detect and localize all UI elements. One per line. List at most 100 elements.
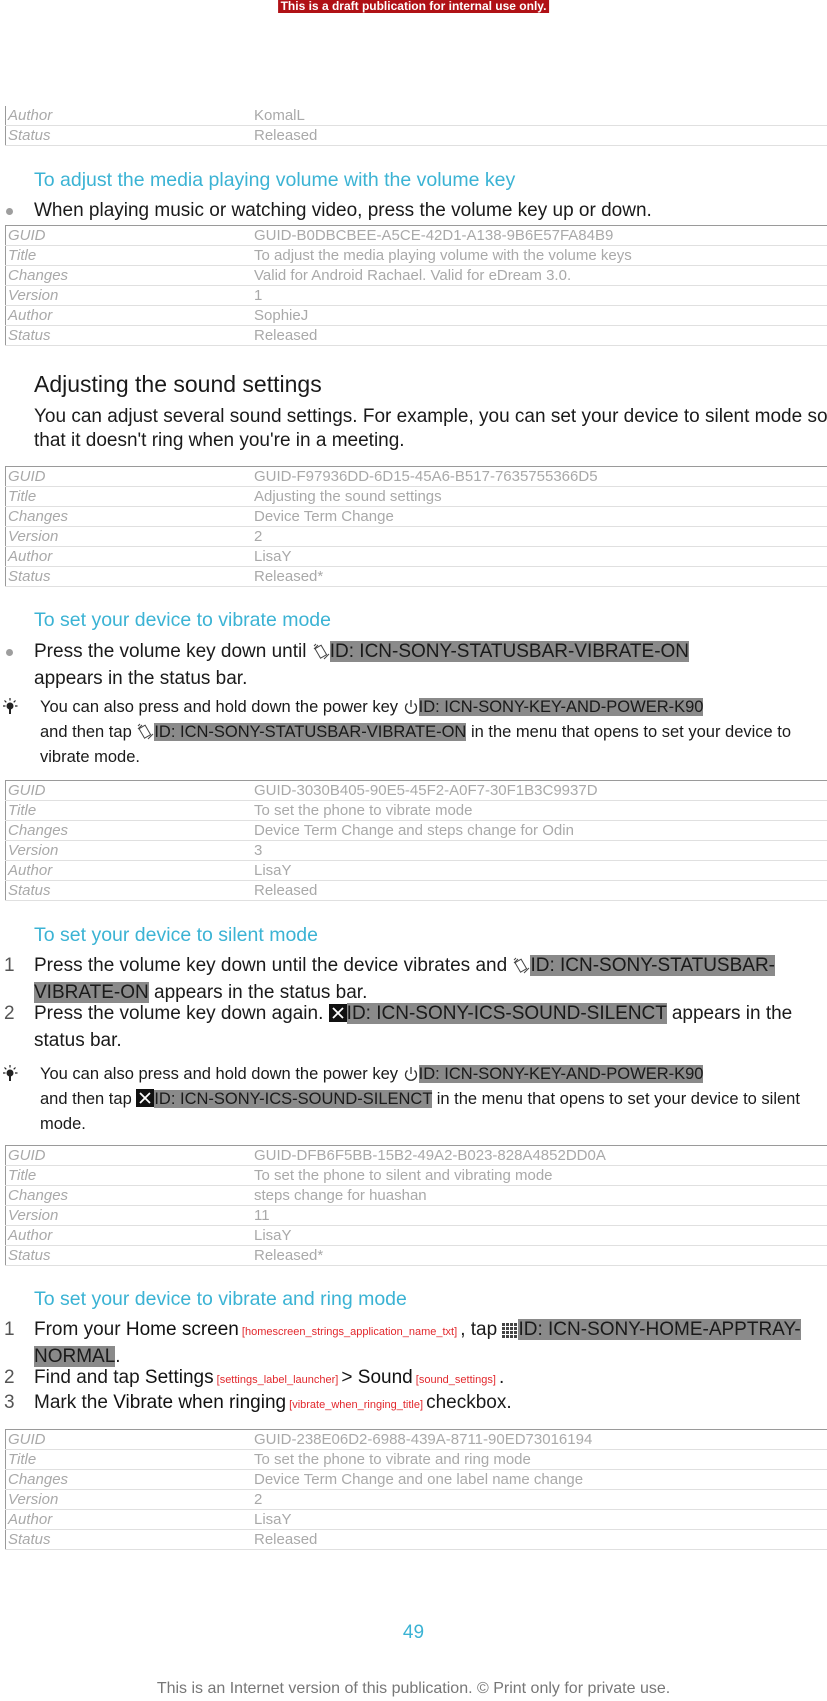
meta-value: GUID-F97936DD-6D15-45A6-B517-7635755366D… (252, 466, 827, 487)
meta-key: Title (5, 245, 252, 266)
heading-vibrate-mode: To set your device to vibrate mode (34, 609, 331, 631)
meta-key: Title (5, 1449, 252, 1470)
bullet-icon (6, 649, 13, 656)
power-icon (403, 698, 419, 721)
heading-volume-key: To adjust the media playing volume with … (34, 169, 516, 191)
meta-value: GUID-DFB6F5BB-15B2-49A2-B023-828A4852DD0… (252, 1145, 827, 1166)
meta-value: Valid for Android Rachael. Valid for eDr… (252, 265, 827, 286)
meta-value: 3 (252, 840, 827, 861)
meta-key: Version (5, 1205, 252, 1226)
meta-value: LisaY (252, 860, 827, 881)
meta-value: To set the phone to vibrate mode (252, 800, 827, 821)
heading-sound-settings: Adjusting the sound settings (34, 371, 322, 397)
icon-id-placeholder: ID: ICN-SONY-KEY-AND-POWER-K90 (418, 698, 704, 716)
meta-value: Device Term Change (252, 506, 827, 527)
meta-value: Released (252, 880, 827, 901)
meta-value: LisaY (252, 1509, 827, 1530)
table-row: Version 2 (5, 1489, 827, 1510)
meta-value: To set the phone to vibrate and ring mod… (252, 1449, 827, 1470)
app-tray-icon (502, 1321, 518, 1345)
list-item: 3 Mark the Vibrate when ringing [vibrate… (4, 1392, 512, 1413)
string-id-tag: [sound_settings] (412, 1374, 499, 1386)
table-row: Title To adjust the media playing volume … (5, 245, 827, 266)
meta-key: GUID (5, 1429, 252, 1450)
heading-silent-mode: To set your device to silent mode (34, 924, 318, 946)
icon-id-placeholder: ID: ICN-SONY-KEY-AND-POWER-K90 (418, 1065, 704, 1083)
table-row: Author LisaY (5, 1225, 827, 1246)
meta-value: Released* (252, 1245, 827, 1266)
meta-key: Status (5, 566, 252, 587)
meta-value: 2 (252, 1489, 827, 1510)
table-row: Changes Valid for Android Rachael. Valid … (5, 265, 827, 286)
meta-key: Author (5, 1509, 252, 1530)
meta-key: Version (5, 1489, 252, 1510)
sound-settings-intro: You can adjust several sound settings. F… (34, 406, 827, 451)
meta-value: GUID-3030B405-90E5-45F2-A0F7-30F1B3C9937… (252, 780, 827, 801)
icon-id-placeholder: ID: ICN-SONY-STATUSBAR-VIBRATE-ON (329, 641, 690, 662)
bullet-icon (6, 208, 13, 215)
ui-label-home-screen: Home screen (125, 1319, 239, 1340)
tip-note: You can also press and hold down the pow… (3, 1063, 825, 1135)
meta-key: Changes (5, 506, 252, 527)
table-row: Status Released (5, 325, 827, 346)
list-item: 2 Find and tap Settings [settings_label_… (4, 1367, 505, 1388)
metadata-table-vibrate-mode: GUID GUID-3030B405-90E5-45F2-A0F7-30F1B3C… (0, 780, 827, 901)
icon-id-placeholder: ID: ICN-SONY-ICS-SOUND-SILENCT (154, 1090, 433, 1108)
meta-value: Adjusting the sound settings (252, 486, 827, 507)
meta-key: Title (5, 800, 252, 821)
list-item: 1 Press the volume key down until the de… (4, 955, 775, 1003)
meta-value: Device Term Change and steps change for … (252, 820, 827, 841)
meta-key: Status (5, 880, 252, 901)
meta-key: Changes (5, 265, 252, 286)
meta-key: Version (5, 840, 252, 861)
table-row: Version 2 (5, 526, 827, 547)
ui-label-vibrate-when-ringing: Vibrate when ringing (113, 1392, 287, 1413)
lightbulb-icon (0, 1063, 20, 1083)
ui-label-sound: Sound (357, 1367, 413, 1388)
meta-key: Author (5, 860, 252, 881)
meta-value: Device Term Change and one label name ch… (252, 1469, 827, 1490)
table-row: Version 3 (5, 840, 827, 861)
icon-id-placeholder: ID: ICN-SONY-STATUSBAR-VIBRATE-ON (154, 723, 467, 741)
table-row: Status Released (5, 1529, 827, 1550)
table-row: Status Released (5, 125, 827, 146)
meta-value: 2 (252, 526, 827, 547)
meta-value: Released (252, 125, 827, 146)
meta-value: To set the phone to silent and vibrating… (252, 1165, 827, 1186)
meta-key: Status (5, 1529, 252, 1550)
string-id-tag: [homescreen_strings_application_name_txt… (238, 1326, 461, 1338)
vibrate-icon (136, 722, 154, 746)
lightbulb-icon (0, 696, 20, 716)
silent-icon (328, 1004, 347, 1029)
list-item: When playing music or watching video, pr… (6, 199, 824, 223)
table-row: Title To set the phone to vibrate mode (5, 800, 827, 821)
meta-value: Released* (252, 566, 827, 587)
ui-label-settings: Settings (144, 1367, 214, 1388)
meta-key: GUID (5, 780, 252, 801)
string-id-tag: [settings_label_launcher] (213, 1374, 342, 1386)
table-row: Status Released (5, 880, 827, 901)
meta-key: GUID (5, 1145, 252, 1166)
meta-key: Status (5, 125, 252, 146)
tip-note: You can also press and hold down the pow… (3, 696, 825, 768)
list-item: Press the volume key down until ID: ICN-… (6, 640, 824, 691)
meta-key: Changes (5, 1469, 252, 1490)
table-row: Version 1 (5, 285, 827, 306)
meta-key: Version (5, 285, 252, 306)
meta-key: Author (5, 546, 252, 567)
table-row: Status Released* (5, 566, 827, 587)
meta-value: GUID-B0DBCBEE-A5CE-42D1-A138-9B6E57FA84B… (252, 225, 827, 246)
table-row: Title Adjusting the sound settings (5, 486, 827, 507)
footer-notice: This is an Internet version of this publ… (156, 1680, 671, 1697)
meta-key: Author (5, 1225, 252, 1246)
silent-icon (136, 1089, 155, 1113)
table-row: Version 11 (5, 1205, 827, 1226)
table-row: Author LisaY (5, 1509, 827, 1530)
meta-key: Changes (5, 1185, 252, 1206)
table-row: Changes Device Term Change (5, 506, 827, 527)
draft-banner: This is a draft publication for internal… (277, 0, 550, 13)
table-row: Author LisaY (5, 860, 827, 881)
metadata-table-volume-key: GUID GUID-B0DBCBEE-A5CE-42D1-A138-9B6E57F… (0, 225, 827, 346)
meta-value: LisaY (252, 546, 827, 567)
meta-value: Released (252, 325, 827, 346)
